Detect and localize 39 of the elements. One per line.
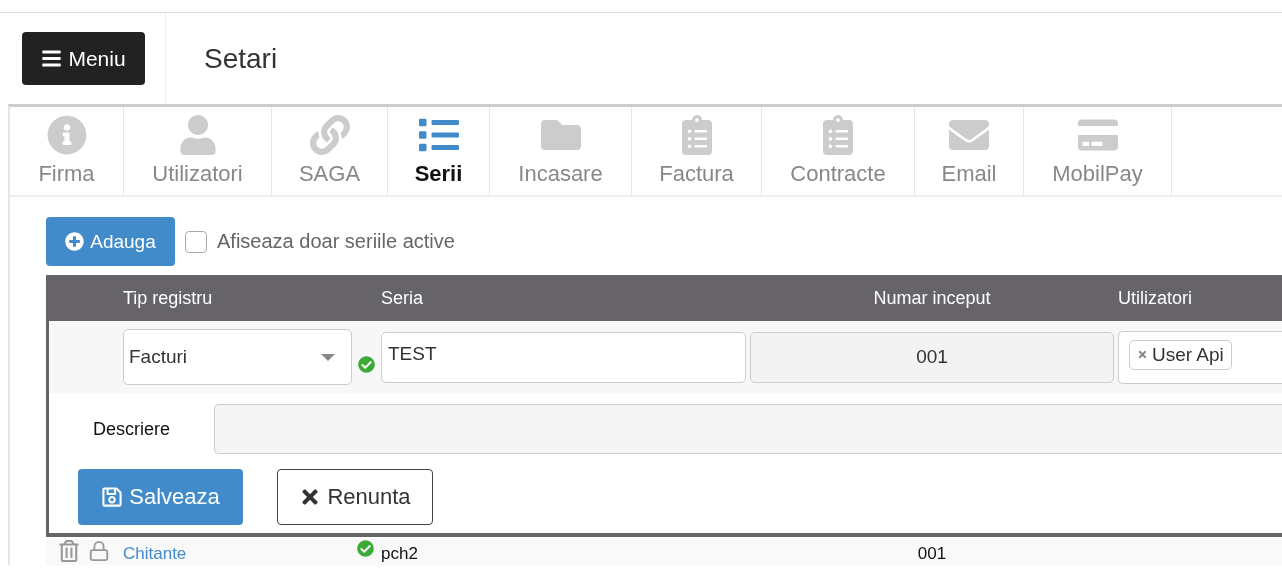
remove-icon (1137, 349, 1148, 360)
save-button[interactable]: Salveaza (78, 469, 243, 525)
add-button[interactable]: Adauga (46, 217, 175, 266)
menu-button[interactable]: Meniu (22, 32, 145, 85)
user-tag[interactable]: User Api (1129, 339, 1232, 370)
column-header: Utilizatori (1118, 287, 1193, 309)
settings-tab[interactable]: Firma (10, 107, 124, 195)
start-number-field[interactable]: 001 (750, 331, 1114, 383)
column-header: Numar inceput (872, 287, 992, 309)
description-label: Descriere (93, 418, 172, 440)
caret-icon (321, 353, 335, 361)
settings-tab[interactable]: SAGA (272, 107, 388, 195)
page-title: Setari (204, 42, 278, 75)
plus-icon (65, 232, 85, 251)
lock-icon[interactable] (88, 540, 110, 562)
active-filter-checkbox[interactable] (185, 230, 207, 253)
settings-tab[interactable]: Incasare (490, 107, 632, 195)
settings-tab[interactable]: Email (915, 107, 1024, 195)
column-header: Seria (381, 287, 425, 309)
register-type-select[interactable]: Facturi (123, 329, 352, 385)
users-field[interactable]: User Api (1118, 330, 1282, 384)
save-icon (101, 486, 124, 508)
column-header: Tip registru (123, 287, 214, 309)
table-cell-text: 001 (916, 545, 948, 562)
series-field[interactable]: TEST (381, 331, 746, 383)
cancel-button[interactable]: Renunta (277, 469, 433, 525)
table-cell-text: pch2 (381, 545, 419, 562)
settings-tab[interactable]: MobilPay (1024, 107, 1172, 195)
settings-tab[interactable]: Serii (388, 107, 490, 195)
checkbox-label: Afiseaza doar seriile active (217, 230, 455, 253)
settings-tab[interactable]: Factura (632, 107, 762, 195)
description-field[interactable] (214, 404, 1282, 454)
settings-tab[interactable]: Contracte (762, 107, 915, 195)
register-link[interactable]: Chitante (123, 545, 357, 562)
tab-icon (309, 115, 350, 155)
tab-icon (46, 115, 87, 155)
menu-icon (41, 48, 63, 69)
trash-icon[interactable] (58, 540, 80, 562)
settings-tab[interactable]: Utilizatori (124, 107, 272, 195)
